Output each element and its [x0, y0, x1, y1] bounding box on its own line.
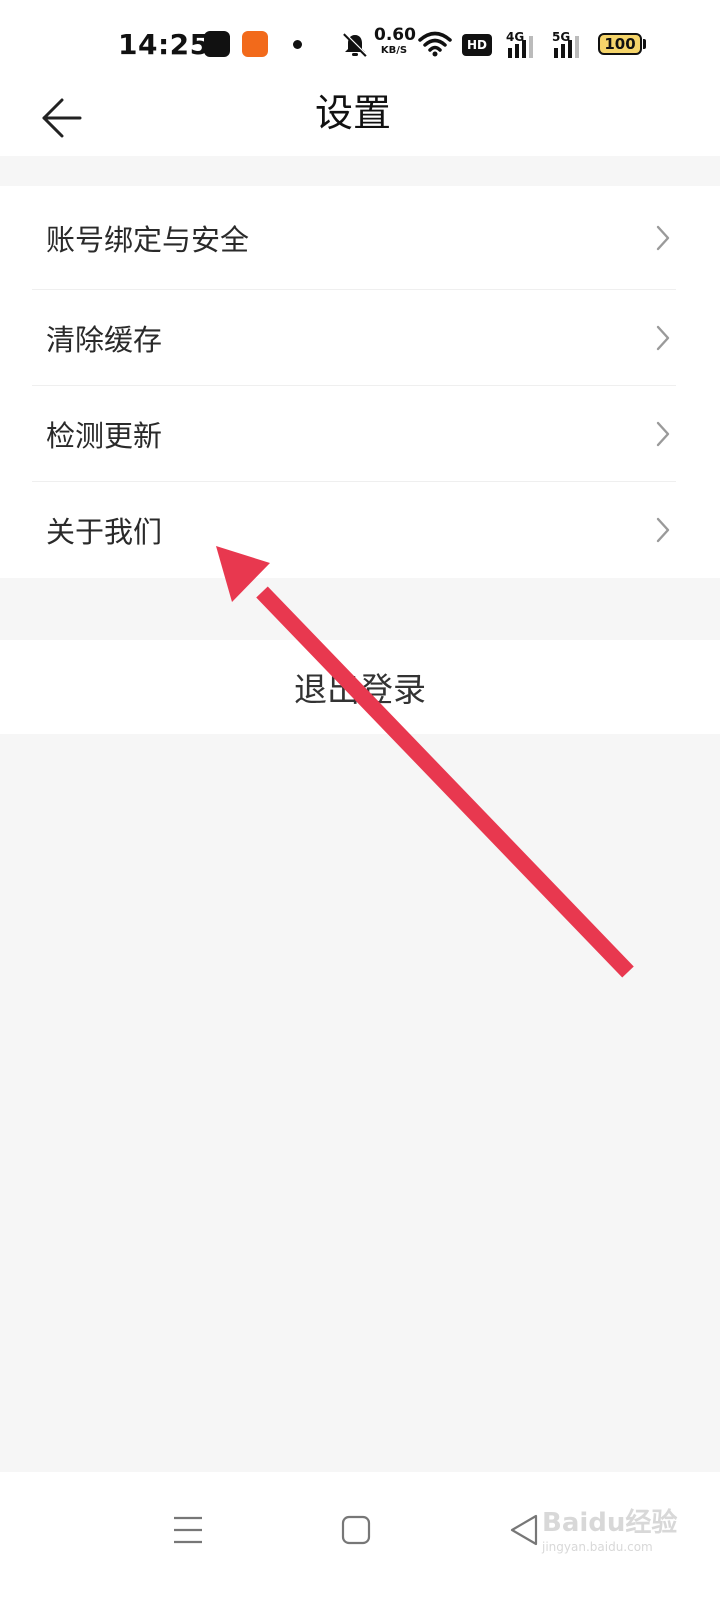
- menu-item-label: 关于我们: [46, 515, 163, 549]
- chevron-right-icon: [656, 325, 670, 351]
- menu-item-account-security[interactable]: 账号绑定与安全: [0, 186, 720, 290]
- settings-menu-list: 账号绑定与安全 清除缓存 检测更新 关于我们: [0, 186, 720, 578]
- status-bar: 14:25 0.60 KB/S HD 4G 5G 100: [0, 0, 720, 80]
- menu-item-label: 账号绑定与安全: [46, 223, 250, 257]
- triangle-back-icon: [510, 1514, 538, 1546]
- title-bar: 设置: [0, 80, 720, 156]
- kuaishou-app-icon: [242, 31, 268, 57]
- wifi-icon: [418, 31, 452, 57]
- signal-5g-icon: [554, 36, 579, 58]
- menu-item-about-us[interactable]: 关于我们: [0, 482, 720, 578]
- signal-4g-icon: [508, 36, 533, 58]
- back-button[interactable]: [36, 90, 92, 146]
- page-title: 设置: [314, 91, 391, 135]
- battery-tip: [643, 39, 646, 49]
- square-home-icon: [341, 1515, 371, 1545]
- mute-bell-icon: [343, 32, 368, 57]
- app-notification-icon: [204, 31, 230, 57]
- hd-voice-badge: HD: [462, 34, 492, 56]
- menu-item-clear-cache[interactable]: 清除缓存: [0, 290, 720, 386]
- menu-item-check-update[interactable]: 检测更新: [0, 386, 720, 482]
- chevron-right-icon: [656, 225, 670, 251]
- menu-item-label: 清除缓存: [46, 323, 163, 357]
- network-speed: 0.60 KB/S: [374, 25, 416, 58]
- system-back-button[interactable]: [494, 1500, 554, 1560]
- network-speed-unit: KB/S: [380, 45, 408, 56]
- network-speed-value: 0.60: [374, 25, 416, 45]
- system-navigation-bar: [0, 1472, 720, 1600]
- notification-dot-icon: [293, 40, 302, 49]
- recent-apps-button[interactable]: [158, 1500, 218, 1560]
- arrow-left-icon: [42, 98, 82, 138]
- chevron-right-icon: [656, 421, 670, 447]
- status-time: 14:25: [118, 28, 210, 61]
- home-button[interactable]: [326, 1500, 386, 1560]
- logout-button[interactable]: 退出登录: [0, 640, 720, 734]
- menu-item-label: 检测更新: [46, 419, 163, 453]
- menu-lines-icon: [174, 1516, 202, 1544]
- chevron-right-icon: [656, 517, 670, 543]
- battery-icon: 100: [598, 33, 642, 55]
